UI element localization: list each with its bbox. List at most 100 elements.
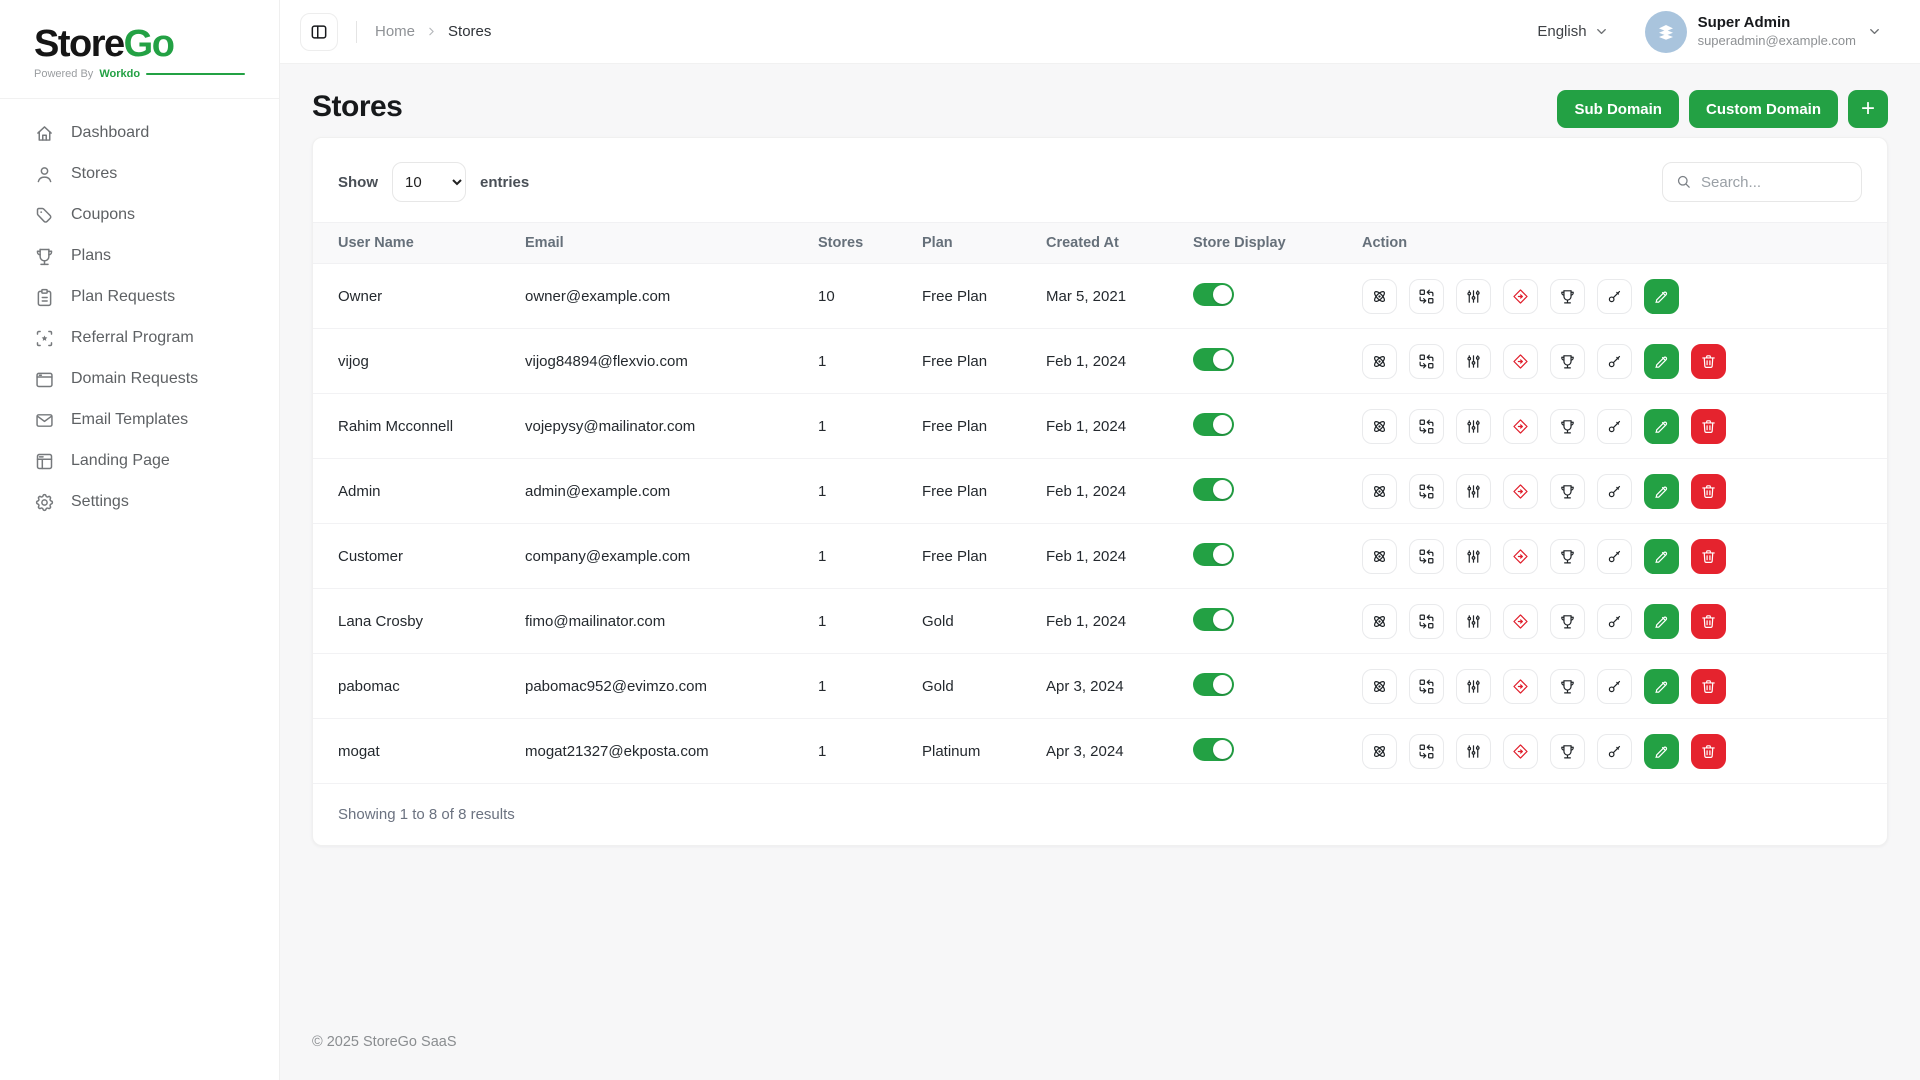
action-trophy-button[interactable]	[1550, 474, 1585, 509]
sidebar-item-dashboard[interactable]: Dashboard	[34, 113, 245, 154]
action-redirect-button[interactable]	[1503, 604, 1538, 639]
sidebar-item-landing-page[interactable]: Landing Page	[34, 441, 245, 482]
action-redirect-button[interactable]	[1503, 539, 1538, 574]
action-sliders-button[interactable]	[1456, 734, 1491, 769]
action-edit-button[interactable]	[1644, 279, 1679, 314]
action-sliders-button[interactable]	[1456, 409, 1491, 444]
action-delete-button[interactable]	[1691, 409, 1726, 444]
sidebar-item-email-templates[interactable]: Email Templates	[34, 400, 245, 441]
action-redirect-button[interactable]	[1503, 669, 1538, 704]
sidebar-item-plan-requests[interactable]: Plan Requests	[34, 277, 245, 318]
action-key-button[interactable]	[1597, 344, 1632, 379]
trophy-icon	[1559, 613, 1576, 630]
action-delete-button[interactable]	[1691, 734, 1726, 769]
action-redirect-button[interactable]	[1503, 474, 1538, 509]
sidebar-item-plans[interactable]: Plans	[34, 236, 245, 277]
action-swap-button[interactable]	[1409, 344, 1444, 379]
store-display-toggle[interactable]	[1193, 608, 1234, 631]
action-edit-button[interactable]	[1644, 409, 1679, 444]
action-swap-button[interactable]	[1409, 409, 1444, 444]
sliders-icon	[1465, 613, 1482, 630]
action-key-button[interactable]	[1597, 734, 1632, 769]
store-display-toggle[interactable]	[1193, 348, 1234, 371]
action-swap-button[interactable]	[1409, 539, 1444, 574]
action-swap-button[interactable]	[1409, 669, 1444, 704]
store-display-toggle[interactable]	[1193, 478, 1234, 501]
language-selector[interactable]: English	[1537, 23, 1608, 40]
action-trophy-button[interactable]	[1550, 409, 1585, 444]
action-edit-button[interactable]	[1644, 474, 1679, 509]
sidebar-item-referral-program[interactable]: Referral Program	[34, 318, 245, 359]
action-key-button[interactable]	[1597, 669, 1632, 704]
key-icon	[1606, 548, 1623, 565]
action-atom-button[interactable]	[1362, 604, 1397, 639]
action-sliders-button[interactable]	[1456, 539, 1491, 574]
action-key-button[interactable]	[1597, 539, 1632, 574]
action-trophy-button[interactable]	[1550, 539, 1585, 574]
action-delete-button[interactable]	[1691, 669, 1726, 704]
action-swap-button[interactable]	[1409, 604, 1444, 639]
breadcrumb-home-link[interactable]: Home	[375, 23, 415, 40]
sidebar-item-settings[interactable]: Settings	[34, 482, 245, 523]
action-redirect-button[interactable]	[1503, 409, 1538, 444]
store-display-toggle[interactable]	[1193, 283, 1234, 306]
action-redirect-button[interactable]	[1503, 734, 1538, 769]
action-delete-button[interactable]	[1691, 474, 1726, 509]
store-display-toggle[interactable]	[1193, 543, 1234, 566]
action-sliders-button[interactable]	[1456, 669, 1491, 704]
store-display-toggle[interactable]	[1193, 738, 1234, 761]
action-trophy-button[interactable]	[1550, 279, 1585, 314]
action-atom-button[interactable]	[1362, 279, 1397, 314]
pencil-icon	[1653, 548, 1670, 565]
action-atom-button[interactable]	[1362, 734, 1397, 769]
sidebar-item-domain-requests[interactable]: Domain Requests	[34, 359, 245, 400]
action-delete-button[interactable]	[1691, 539, 1726, 574]
action-atom-button[interactable]	[1362, 409, 1397, 444]
sidebar-item-coupons[interactable]: Coupons	[34, 195, 245, 236]
action-key-button[interactable]	[1597, 409, 1632, 444]
action-key-button[interactable]	[1597, 474, 1632, 509]
action-trophy-button[interactable]	[1550, 604, 1585, 639]
search-input[interactable]	[1662, 162, 1862, 202]
cell-created-at: Feb 1, 2024	[1046, 394, 1193, 459]
action-edit-button[interactable]	[1644, 604, 1679, 639]
action-trophy-button[interactable]	[1550, 669, 1585, 704]
sidebar-toggle-button[interactable]	[300, 13, 338, 51]
store-display-toggle[interactable]	[1193, 413, 1234, 436]
action-swap-button[interactable]	[1409, 474, 1444, 509]
action-swap-button[interactable]	[1409, 734, 1444, 769]
action-trophy-button[interactable]	[1550, 734, 1585, 769]
action-atom-button[interactable]	[1362, 669, 1397, 704]
action-atom-button[interactable]	[1362, 344, 1397, 379]
action-delete-button[interactable]	[1691, 604, 1726, 639]
cell-email: pabomac952@evimzo.com	[525, 654, 818, 719]
key-icon	[1606, 353, 1623, 370]
action-redirect-button[interactable]	[1503, 279, 1538, 314]
action-key-button[interactable]	[1597, 279, 1632, 314]
entries-select[interactable]: 10	[392, 162, 466, 202]
sidebar-item-stores[interactable]: Stores	[34, 154, 245, 195]
action-delete-button[interactable]	[1691, 344, 1726, 379]
action-atom-button[interactable]	[1362, 539, 1397, 574]
sub-domain-button[interactable]: Sub Domain	[1557, 90, 1679, 128]
add-store-button[interactable]: +	[1848, 90, 1888, 128]
referral-icon	[34, 328, 55, 349]
action-sliders-button[interactable]	[1456, 279, 1491, 314]
action-atom-button[interactable]	[1362, 474, 1397, 509]
logo[interactable]: StoreGo Powered By Workdo	[0, 0, 279, 99]
action-edit-button[interactable]	[1644, 669, 1679, 704]
user-menu[interactable]: Super Admin superadmin@example.com	[1645, 11, 1882, 53]
action-sliders-button[interactable]	[1456, 474, 1491, 509]
custom-domain-button[interactable]: Custom Domain	[1689, 90, 1838, 128]
store-display-toggle[interactable]	[1193, 673, 1234, 696]
action-edit-button[interactable]	[1644, 539, 1679, 574]
action-edit-button[interactable]	[1644, 344, 1679, 379]
action-swap-button[interactable]	[1409, 279, 1444, 314]
action-trophy-button[interactable]	[1550, 344, 1585, 379]
action-edit-button[interactable]	[1644, 734, 1679, 769]
action-key-button[interactable]	[1597, 604, 1632, 639]
action-redirect-button[interactable]	[1503, 344, 1538, 379]
cell-created-at: Feb 1, 2024	[1046, 459, 1193, 524]
action-sliders-button[interactable]	[1456, 604, 1491, 639]
action-sliders-button[interactable]	[1456, 344, 1491, 379]
